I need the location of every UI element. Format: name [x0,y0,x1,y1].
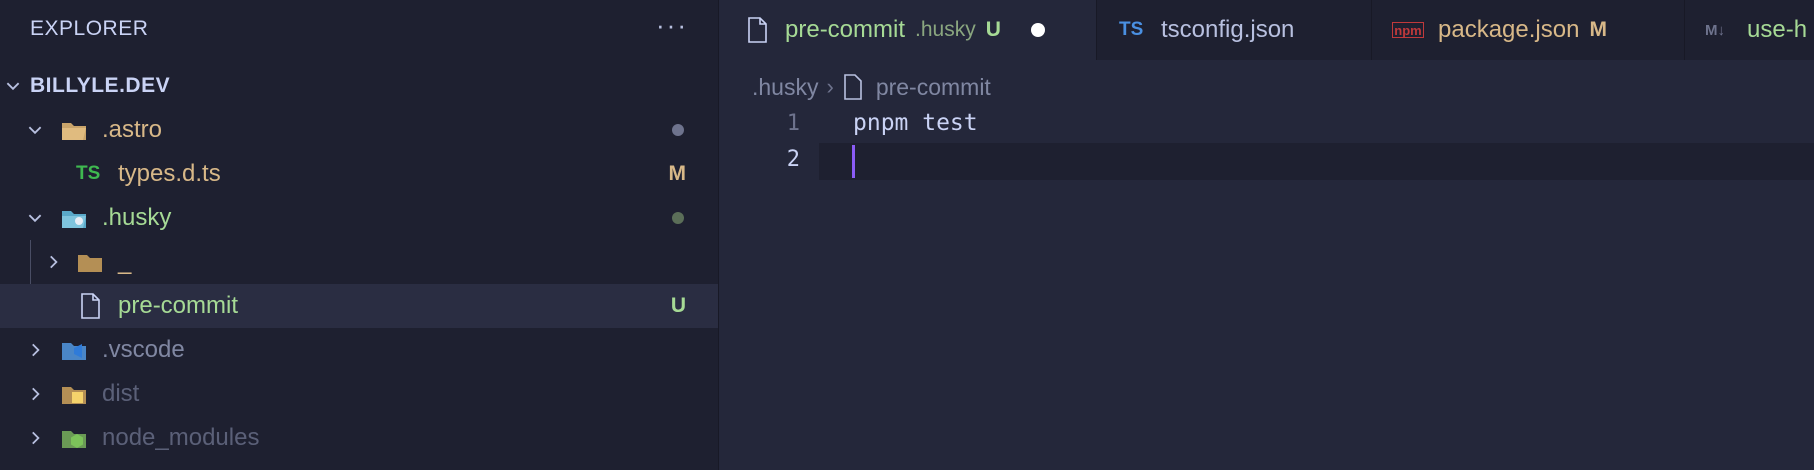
husky-folder-icon [62,211,86,228]
folder-open-icon [62,123,86,140]
typescript-file-icon: TS [76,163,101,184]
chevron-down-icon [24,207,46,229]
tree-item-types-d-ts[interactable]: TS types.d.ts M [0,152,718,196]
unsaved-dot-icon[interactable] [1030,23,1045,37]
status-dot [672,124,684,136]
tab-package-json[interactable]: npm package.json M [1372,0,1685,60]
tree-item-label: .vscode [102,336,185,363]
explorer-sidebar: EXPLORER ··· BILLYLE.DEV .astro TS types… [0,0,719,470]
tree-item-pre-commit[interactable]: pre-commit U [0,284,718,328]
breadcrumb-separator: › [826,74,834,99]
tree-item-node-modules[interactable]: node_modules [0,416,718,460]
tree-item-label: dist [102,380,140,407]
tree-item-husky[interactable]: .husky [0,196,718,240]
file-icon [81,293,100,319]
tree-item-label: .astro [102,116,163,143]
explorer-title: EXPLORER [30,17,149,40]
tree-item-dist[interactable]: dist [0,372,718,416]
vscode-folder-icon [62,343,86,360]
tab-use-h[interactable]: M↓ use-h [1685,0,1814,60]
dist-folder-icon [62,387,86,404]
text-cursor [852,145,855,178]
untracked-badge: U [670,294,686,317]
tab-pre-commit[interactable]: pre-commit .husky U [719,0,1097,60]
tree-item-astro[interactable]: .astro [0,108,718,152]
tab-label: tsconfig.json [1161,16,1295,43]
current-line-highlight [819,143,1814,180]
tree-root[interactable]: BILLYLE.DEV [0,64,718,108]
file-icon [844,74,862,100]
chevron-down-icon [2,75,24,97]
node-modules-folder-icon [62,431,86,448]
markdown-icon: M↓ [1705,21,1725,39]
tab-description: .husky [915,18,976,41]
root-folder-label: BILLYLE.DEV [30,74,171,97]
tree-item-label: pre-commit [118,292,239,319]
tab-label: use-h [1747,16,1808,43]
tree-item-underscore[interactable]: _ [0,240,718,284]
line-number: 2 [786,147,800,172]
breadcrumb-folder[interactable]: .husky [752,74,818,101]
file-icon [748,17,767,43]
chevron-right-icon [42,251,64,273]
chevron-right-icon [24,339,46,361]
tab-label: package.json [1438,16,1580,43]
status-dot [672,212,684,224]
tree-item-label: node_modules [102,424,260,451]
tab-label: pre-commit [785,16,906,43]
tab-tsconfig[interactable]: TS tsconfig.json [1097,0,1372,60]
tab-bar: pre-commit .husky U TS tsconfig.json npm… [719,0,1814,60]
tree-item-label: _ [118,248,132,275]
more-actions-icon[interactable]: ··· [656,10,688,41]
folder-icon [78,255,102,272]
line-number: 1 [786,111,800,136]
tree-item-vscode[interactable]: .vscode [0,328,718,372]
chevron-down-icon [24,119,46,141]
tsconfig-icon: TS [1119,19,1144,40]
npm-icon: npm [1392,22,1424,38]
modified-badge: M [1589,18,1607,41]
untracked-badge: U [985,18,1001,41]
tree-item-label: types.d.ts [118,160,221,187]
tree-item-label: .husky [102,204,172,231]
modified-badge: M [668,162,687,185]
chevron-right-icon [24,427,46,449]
breadcrumb: .husky › pre-commit [752,70,991,104]
breadcrumb-file[interactable]: pre-commit [876,74,991,101]
code-line[interactable]: pnpm test [853,110,978,136]
chevron-right-icon [24,383,46,405]
